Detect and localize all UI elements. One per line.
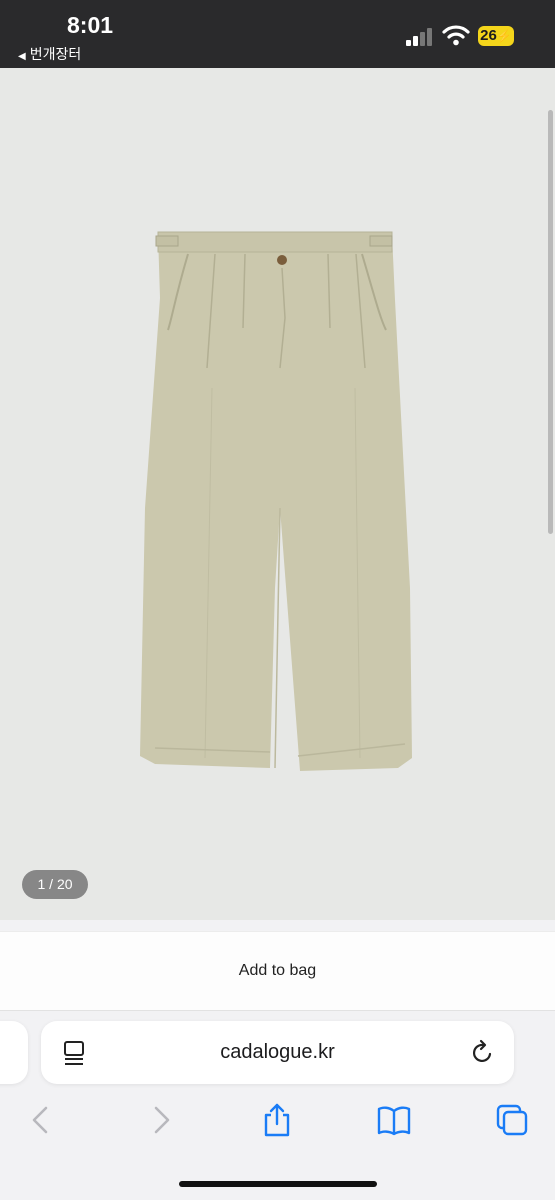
- previous-tab-pill[interactable]: [0, 1021, 28, 1084]
- url-text[interactable]: cadalogue.kr: [41, 1021, 514, 1084]
- back-to-app-link[interactable]: ◀ 번개장터: [18, 44, 81, 64]
- charging-bolt-icon: ⚡: [496, 29, 512, 43]
- status-bar: 8:01 ◀ 번개장터 26⚡: [0, 0, 555, 68]
- cellular-signal-icon: [406, 28, 434, 46]
- home-indicator[interactable]: [179, 1181, 377, 1187]
- add-to-bag-button[interactable]: Add to bag: [0, 932, 555, 1010]
- back-triangle-icon: ◀: [18, 51, 26, 62]
- clock: 8:01: [67, 12, 114, 38]
- share-icon[interactable]: [260, 1102, 294, 1138]
- back-app-label: 번개장터: [29, 46, 82, 62]
- tabs-icon[interactable]: [495, 1102, 529, 1138]
- chevron-left-icon[interactable]: [24, 1102, 58, 1138]
- wifi-icon: [442, 25, 470, 46]
- address-bar[interactable]: cadalogue.kr: [41, 1021, 514, 1084]
- book-icon[interactable]: [377, 1102, 411, 1138]
- product-image-carousel[interactable]: 1 / 20: [0, 68, 555, 920]
- reload-icon[interactable]: [471, 1039, 495, 1065]
- battery-level: 26: [480, 27, 497, 44]
- page-scrollbar[interactable]: [548, 110, 553, 534]
- add-to-bag-bar: Add to bag: [0, 931, 555, 1011]
- khaki-pleated-trousers-photo: [140, 231, 412, 771]
- battery-indicator: 26⚡: [478, 26, 514, 46]
- image-counter-badge: 1 / 20: [22, 870, 88, 899]
- chevron-right-icon[interactable]: [144, 1102, 178, 1138]
